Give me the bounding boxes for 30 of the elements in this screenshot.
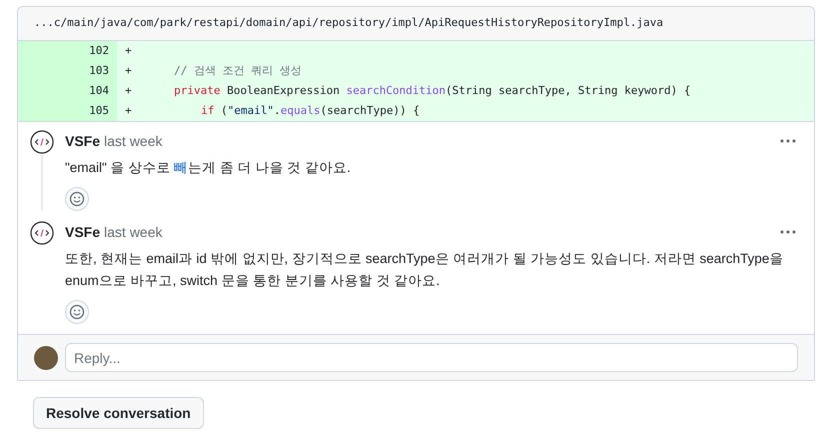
comment-text: "email" 을 상수로 빼 는게 좀 더 나을 것 같아요. — [65, 159, 352, 177]
line-number: 102 — [89, 42, 109, 59]
more-options-icon[interactable] — [780, 230, 796, 234]
diff-marker: + — [125, 102, 133, 119]
smiley-icon — [69, 191, 85, 207]
line-number: 105 — [89, 102, 109, 119]
comment-author[interactable]: VSFe — [65, 130, 100, 152]
more-options-icon[interactable] — [780, 139, 796, 143]
line-number: 103 — [89, 62, 109, 79]
add-reaction-button[interactable] — [65, 187, 89, 211]
code-line: if ("email".equals(searchType)) { — [200, 102, 420, 119]
comment-time[interactable]: last week — [104, 222, 162, 242]
code-line: // 검색 조건 쿼리 생성 — [173, 62, 302, 79]
code-line: private BooleanExpression searchCondition(String searchType, String keyword) { — [173, 82, 691, 99]
diff-marker: + — [125, 82, 133, 99]
code-avatar-icon — [30, 221, 54, 245]
comment-author[interactable]: VSFe — [65, 222, 100, 242]
add-reaction-button[interactable] — [65, 300, 89, 324]
smiley-icon — [69, 304, 85, 320]
resolve-conversation-button[interactable]: Resolve conversation — [33, 397, 204, 429]
diff-marker: + — [125, 42, 133, 59]
reply-field[interactable]: Reply... — [65, 343, 798, 372]
user-avatar — [34, 346, 58, 370]
diff-marker: + — [125, 62, 133, 79]
comment-link[interactable]: 빼 — [174, 160, 188, 175]
comment-text: 또한, 현재는 email과 id 밖에 없지만, 장기적으로 searchType은 여러개가 될 가능성도 있습니다. 저라면 searchType을 enum으로 바꾸고, switch 문을 통한 분기를 사용할 것 같아요. — [65, 250, 784, 290]
line-number: 104 — [89, 82, 109, 99]
file-path: ...c/main/java/com/park/restapi/domain/api/repository/impl/ApiRequestHistoryRepositoryImpl.java — [34, 15, 664, 32]
comment-time[interactable]: last week — [104, 130, 162, 152]
code-avatar-icon — [30, 130, 54, 154]
